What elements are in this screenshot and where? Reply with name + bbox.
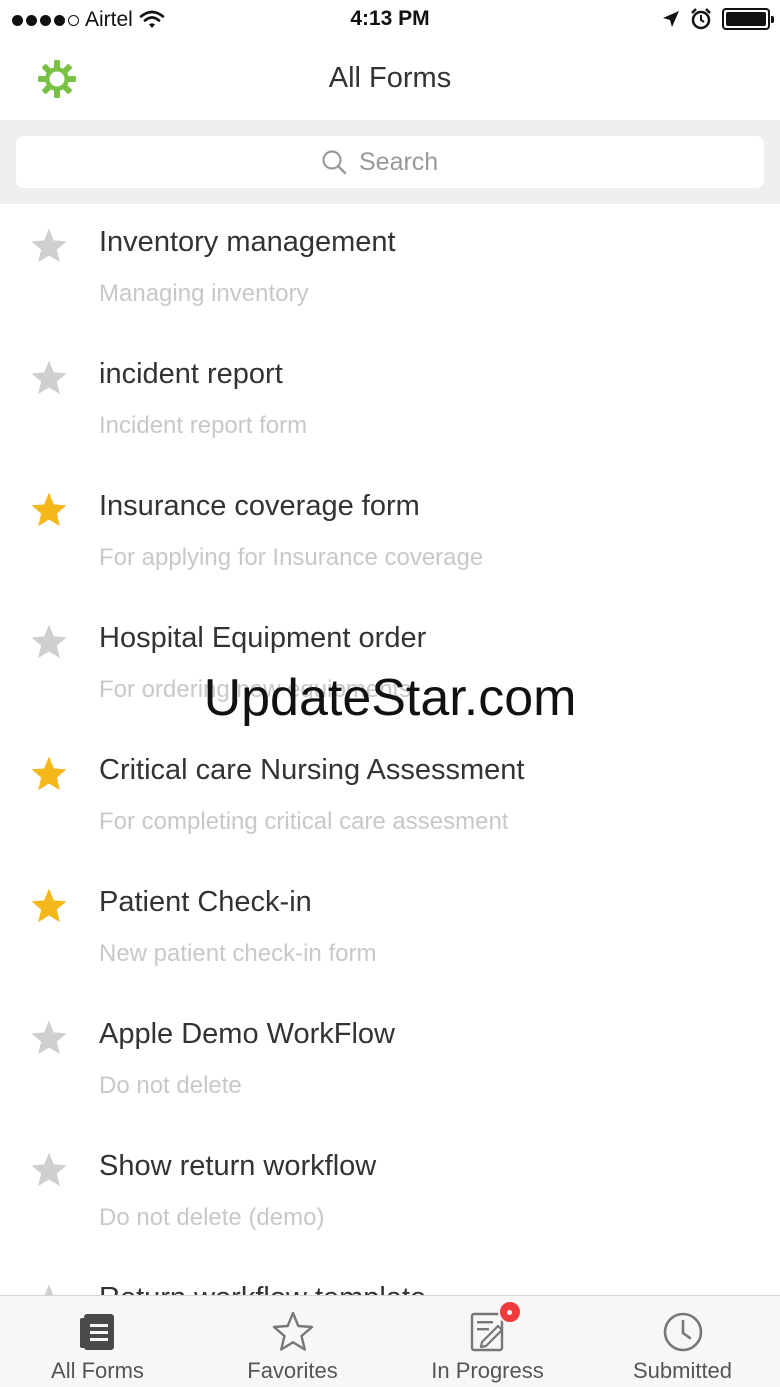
form-title: Patient Check-in <box>99 886 312 918</box>
star-icon[interactable] <box>29 1282 69 1296</box>
tab-label: Favorites <box>247 1358 338 1383</box>
tab-submitted[interactable]: Submitted <box>585 1296 780 1387</box>
star-icon[interactable] <box>29 358 69 398</box>
notification-badge <box>497 1300 522 1324</box>
alarm-icon <box>691 8 711 30</box>
form-title: Inventory management <box>99 226 396 258</box>
forms-list: Inventory management Managing inventory … <box>0 204 780 1296</box>
list-item[interactable]: Show return workflow Do not delete (demo… <box>0 1128 780 1260</box>
in-progress-icon-wrap <box>466 1300 522 1354</box>
form-title: Show return workflow <box>99 1150 377 1182</box>
form-subtitle: Do not delete (demo) <box>99 1204 325 1231</box>
star-icon[interactable] <box>29 1150 69 1190</box>
form-title: Insurance coverage form <box>99 490 420 522</box>
forms-icon <box>79 1314 114 1350</box>
tab-favorites[interactable]: Favorites <box>195 1296 390 1387</box>
list-item[interactable]: Patient Check-in New patient check-in fo… <box>0 864 780 996</box>
tab-bar: All Forms Favorites In Progress Submitte… <box>0 1295 780 1387</box>
search-input[interactable] <box>359 147 459 177</box>
form-subtitle: Managing inventory <box>99 280 309 307</box>
tab-all-forms[interactable]: All Forms <box>0 1296 195 1387</box>
search-bar <box>0 120 780 204</box>
search-box[interactable] <box>16 136 764 188</box>
nav-bar: All Forms <box>0 40 780 120</box>
status-bar: Airtel 4:13 PM <box>0 0 780 40</box>
form-subtitle: New patient check-in form <box>99 940 377 967</box>
form-subtitle: Incident report form <box>99 412 308 439</box>
tab-label: Submitted <box>632 1358 733 1383</box>
list-item[interactable]: Hospital Equipment order For ordering ne… <box>0 600 780 732</box>
star-icon[interactable] <box>29 490 69 530</box>
page-title: All Forms <box>328 62 452 94</box>
star-icon <box>272 1311 313 1351</box>
list-item[interactable]: Inventory management Managing inventory <box>0 204 780 336</box>
list-item[interactable]: Return workflow template <box>0 1260 780 1296</box>
list-item[interactable]: Critical care Nursing Assessment For com… <box>0 732 780 864</box>
list-item[interactable]: incident report Incident report form <box>0 336 780 468</box>
list-item[interactable]: Apple Demo WorkFlow Do not delete <box>0 996 780 1128</box>
battery-icon <box>722 8 774 30</box>
location-arrow-icon <box>663 11 679 27</box>
form-title: Critical care Nursing Assessment <box>99 754 525 786</box>
tab-in-progress[interactable]: In Progress <box>390 1296 585 1387</box>
form-subtitle: For completing critical care assesment <box>99 808 509 835</box>
status-right <box>662 8 774 30</box>
form-subtitle: Do not delete <box>99 1072 242 1099</box>
list-item[interactable]: Insurance coverage form For applying for… <box>0 468 780 600</box>
form-title: Hospital Equipment order <box>99 622 427 654</box>
form-title: Apple Demo WorkFlow <box>99 1018 396 1050</box>
form-subtitle: For ordering new equipments <box>99 676 412 703</box>
tab-label: All Forms <box>51 1358 144 1383</box>
star-icon[interactable] <box>29 886 69 926</box>
form-title: Return workflow template <box>99 1282 426 1296</box>
search-icon <box>322 150 347 175</box>
star-icon[interactable] <box>29 622 69 662</box>
clock-icon <box>663 1312 702 1352</box>
form-title: incident report <box>99 358 283 390</box>
star-icon[interactable] <box>29 1018 69 1058</box>
form-subtitle: For applying for Insurance coverage <box>99 544 484 571</box>
tab-label: In Progress <box>431 1358 544 1383</box>
star-icon[interactable] <box>29 754 69 794</box>
star-icon[interactable] <box>29 226 69 266</box>
